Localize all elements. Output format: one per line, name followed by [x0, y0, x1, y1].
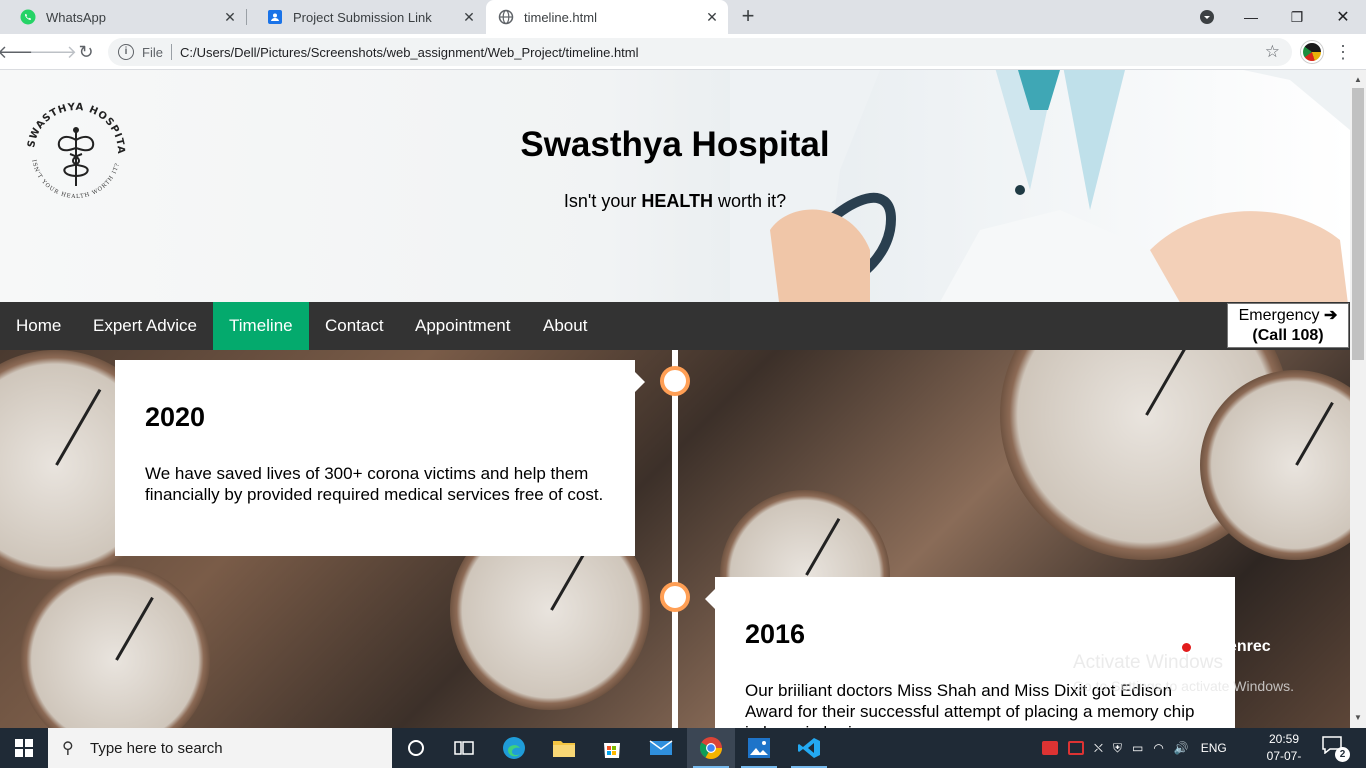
nav-appointment[interactable]: Appointment — [399, 302, 526, 350]
volume-icon[interactable]: 🔊 — [1174, 741, 1189, 755]
activate-windows-watermark: Activate Windows Go to Settings to activ… — [1073, 652, 1294, 694]
vscode-icon[interactable] — [785, 728, 833, 768]
security-shield-icon[interactable]: ⛨ — [1113, 741, 1122, 756]
activate-subtitle: Go to Settings to activate Windows. — [1073, 678, 1294, 694]
tab-timeline[interactable]: timeline.html ✕ — [486, 0, 728, 34]
battery-icon[interactable]: ▭ — [1132, 741, 1143, 755]
search-icon: ⚲ — [62, 740, 74, 757]
chrome-icon[interactable] — [687, 728, 735, 768]
tab-whatsapp[interactable]: WhatsApp ✕ — [0, 0, 246, 34]
tab-search-icon[interactable] — [1184, 0, 1230, 34]
info-icon[interactable]: i — [118, 44, 134, 60]
close-tab-icon[interactable]: ✕ — [704, 9, 720, 25]
site-tagline: Isn't your HEALTH worth it? — [0, 191, 1350, 212]
page-scrollbar[interactable]: ▲ ▼ — [1350, 70, 1366, 728]
whatsapp-icon — [20, 9, 36, 25]
close-window-button[interactable]: ✕ — [1320, 0, 1366, 34]
url-text: C:/Users/Dell/Pictures/Screenshots/web_a… — [179, 44, 639, 60]
profile-avatar[interactable] — [1301, 41, 1323, 63]
scroll-up-icon[interactable]: ▲ — [1350, 72, 1366, 88]
nav-expert-advice[interactable]: Expert Advice — [77, 302, 213, 350]
file-explorer-icon[interactable] — [540, 728, 588, 768]
photos-icon[interactable] — [735, 728, 783, 768]
nav-contact[interactable]: Contact — [309, 302, 400, 350]
close-tab-icon[interactable]: ✕ — [461, 9, 477, 25]
timeline-year: 2016 — [745, 619, 806, 649]
record-tray-icon[interactable] — [1068, 741, 1084, 755]
nav-timeline[interactable]: Timeline — [213, 302, 309, 350]
page-viewport: SWASTHYA HOSPITAL ISN'T YOUR HEALTH WORT… — [0, 70, 1350, 728]
scheme-label: File — [142, 44, 163, 60]
mail-icon[interactable] — [637, 728, 685, 768]
timeline-line — [672, 350, 678, 728]
store-icon[interactable] — [588, 728, 636, 768]
nav-about[interactable]: About — [527, 302, 603, 350]
edge-icon[interactable] — [490, 728, 538, 768]
nav-home[interactable]: Home — [0, 302, 77, 350]
taskbar-search-box[interactable]: ⚲ Type here to search — [48, 728, 392, 768]
language-indicator[interactable]: ENG — [1201, 741, 1227, 755]
globe-icon — [498, 9, 514, 25]
tab-project-submission[interactable]: Project Submission Link ✕ — [247, 0, 485, 34]
clock-background-image — [20, 565, 210, 728]
wifi-icon[interactable]: ◠ — [1153, 741, 1163, 755]
windows-start-icon[interactable] — [0, 728, 48, 768]
reload-button[interactable]: ↻ — [74, 40, 98, 64]
search-placeholder: Type here to search — [90, 739, 223, 757]
tagline-emphasis: HEALTH — [641, 191, 714, 211]
scroll-thumb[interactable] — [1352, 88, 1364, 360]
browser-menu-icon[interactable]: ⋮ — [1334, 40, 1352, 64]
restore-button[interactable]: ❐ — [1274, 0, 1320, 34]
notification-badge: 2 — [1335, 747, 1350, 762]
timeline-year: 2020 — [145, 402, 206, 432]
site-title: Swasthya Hospital — [520, 125, 830, 164]
record-dot-icon — [1182, 642, 1191, 652]
taskbar-clock[interactable]: 20:59 07-07-2021 — [1256, 731, 1312, 768]
browser-tab-strip: WhatsApp ✕ Project Submission Link ✕ tim… — [0, 0, 1366, 34]
forward-button[interactable]: 🡒 — [29, 40, 77, 64]
hospital-header: SWASTHYA HOSPITAL ISN'T YOUR HEALTH WORT… — [0, 70, 1350, 302]
google-forms-icon — [267, 9, 283, 25]
address-bar[interactable]: i File C:/Users/Dell/Pictures/Screenshot… — [108, 38, 1292, 66]
clock-time: 20:59 — [1268, 732, 1300, 746]
emergency-line1: Emergency ➔ — [1238, 307, 1338, 324]
address-divider — [170, 44, 172, 60]
system-tray: ⛌ ⛨ ▭ ◠ 🔊 ENG — [1042, 728, 1227, 768]
close-tab-icon[interactable]: ✕ — [222, 9, 238, 25]
tagline-prefix: Isn't your — [563, 191, 642, 211]
minimize-button[interactable]: — — [1228, 0, 1274, 34]
arrow-right-icon: ➔ — [1323, 307, 1338, 324]
activate-title: Activate Windows — [1073, 652, 1223, 673]
bookmark-star-icon[interactable]: ☆ — [1265, 42, 1280, 62]
tagline-suffix: worth it? — [713, 191, 787, 211]
tab-title: WhatsApp — [46, 9, 106, 25]
cortana-icon[interactable] — [392, 728, 440, 768]
task-view-icon[interactable] — [440, 728, 488, 768]
main-navbar: Home Expert Advice Timeline Contact Appo… — [0, 302, 1350, 350]
new-tab-button[interactable]: + — [736, 5, 760, 29]
screenrec-tray-icon[interactable] — [1042, 741, 1058, 755]
windows-taskbar: ⚲ Type here to search ⛌ ⛨ ▭ ◠ 🔊 ENG 20:5… — [0, 728, 1366, 768]
timeline-card-2020: 2020 We have saved lives of 300+ corona … — [115, 360, 645, 556]
doctor-background-image — [730, 70, 1350, 302]
timeline-marker — [660, 582, 690, 612]
timeline-marker — [660, 366, 690, 396]
action-center-icon[interactable]: 2 — [1322, 736, 1350, 762]
emergency-button[interactable]: Emergency ➔ (Call 108) — [1227, 303, 1349, 348]
network-off-icon[interactable]: ⛌ — [1094, 741, 1103, 756]
emergency-line2: (Call 108) — [1252, 327, 1324, 344]
browser-toolbar: 🡐 🡒 ↻ i File C:/Users/Dell/Pictures/Scre… — [0, 34, 1366, 70]
timeline-text: We have saved lives of 300+ corona victi… — [145, 464, 604, 504]
tab-title: Project Submission Link — [293, 9, 432, 25]
clock-date: 07-07-2021 — [1266, 749, 1302, 768]
tab-title: timeline.html — [524, 9, 597, 25]
scroll-down-icon[interactable]: ▼ — [1350, 710, 1366, 726]
